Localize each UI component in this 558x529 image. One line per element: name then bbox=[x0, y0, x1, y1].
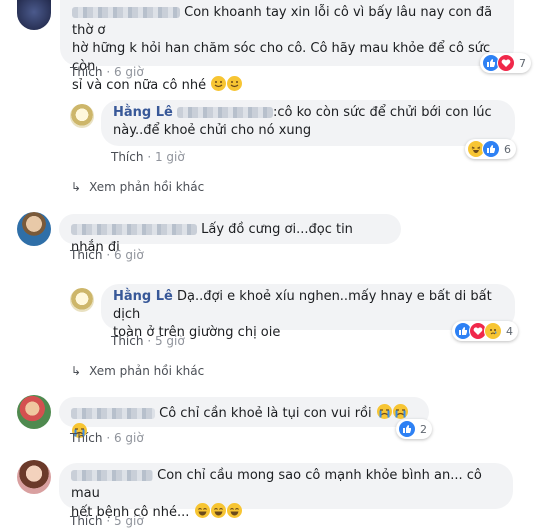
reaction-count: 6 bbox=[504, 142, 511, 156]
cry-emoji bbox=[376, 404, 392, 419]
avatar[interactable] bbox=[17, 460, 51, 494]
grin-emoji bbox=[194, 503, 210, 518]
avatar[interactable] bbox=[17, 212, 51, 246]
avatar[interactable] bbox=[17, 395, 51, 429]
grin-emoji bbox=[210, 503, 226, 518]
comment-bubble: Cô chỉ cần khoẻ là tụi con vui rồi bbox=[59, 397, 429, 438]
cry-emoji bbox=[392, 404, 408, 419]
timestamp[interactable]: 5 giờ bbox=[114, 514, 144, 528]
like-icon bbox=[482, 140, 500, 158]
reply-bubble: Hằng Lê :cô ko còn sức để chửi bới con l… bbox=[101, 100, 515, 146]
like-icon bbox=[398, 420, 416, 438]
reaction-count: 7 bbox=[519, 56, 526, 70]
grin-emoji bbox=[226, 503, 242, 518]
timestamp[interactable]: 5 giờ bbox=[155, 334, 185, 348]
avatar[interactable] bbox=[70, 104, 94, 128]
reaction-summary[interactable]: 6 bbox=[465, 139, 516, 159]
reply-arrow-icon: ↳ bbox=[71, 364, 82, 378]
like-link[interactable]: Thích bbox=[70, 514, 102, 528]
author-name[interactable]: Hằng Lê bbox=[113, 289, 173, 304]
reaction-summary[interactable]: 7 bbox=[480, 53, 531, 73]
comment-actions: Thích · 6 giờ bbox=[70, 65, 144, 79]
timestamp[interactable]: 6 giờ bbox=[114, 248, 144, 262]
reaction-summary[interactable]: 4 bbox=[452, 321, 518, 341]
timestamp[interactable]: 1 giờ bbox=[155, 150, 185, 164]
blurred-name bbox=[71, 408, 155, 419]
comment-bubble: Con khoanh tay xin lỗi cô vì bấy lâu nay… bbox=[60, 0, 514, 93]
comment-actions: Thích · 5 giờ bbox=[70, 514, 144, 528]
blurred-name bbox=[72, 7, 180, 18]
comment-text: này..để khoẻ chửi cho nó xung bbox=[113, 123, 312, 138]
reply-arrow-icon: ↳ bbox=[71, 180, 82, 194]
comment-actions: Thích · 5 giờ bbox=[111, 334, 185, 348]
comment-text: Cô chỉ cần khoẻ là tụi con vui rồi bbox=[159, 406, 372, 421]
comment-actions: Thích · 6 giờ bbox=[70, 248, 144, 262]
like-link[interactable]: Thích bbox=[70, 65, 102, 79]
like-link[interactable]: Thích bbox=[111, 150, 143, 164]
comment-text: sỉ và con nữa cô nhé bbox=[72, 78, 207, 93]
love-icon bbox=[497, 54, 515, 72]
like-link[interactable]: Thích bbox=[70, 431, 102, 445]
comment-bubble: Lấy đồ cưng ơi...đọc tin nhắn đi bbox=[59, 214, 401, 255]
sad-icon bbox=[484, 322, 502, 340]
author-name[interactable]: Hằng Lê bbox=[113, 105, 173, 120]
reaction-summary[interactable]: 2 bbox=[396, 419, 432, 439]
view-more-replies[interactable]: ↳ Xem phản hồi khác bbox=[71, 364, 204, 378]
like-link[interactable]: Thích bbox=[70, 248, 102, 262]
smile-emoji bbox=[211, 76, 227, 91]
avatar[interactable] bbox=[17, 0, 51, 30]
reaction-count: 4 bbox=[506, 324, 513, 338]
comment-bubble: Con chỉ cầu mong sao cô mạnh khỏe bình a… bbox=[59, 463, 513, 520]
blurred-name bbox=[176, 107, 273, 118]
comment-actions: Thích · 6 giờ bbox=[70, 431, 144, 445]
view-more-replies[interactable]: ↳ Xem phản hồi khác bbox=[71, 180, 204, 194]
smile-emoji bbox=[227, 76, 243, 91]
blurred-name bbox=[71, 470, 153, 481]
timestamp[interactable]: 6 giờ bbox=[114, 65, 144, 79]
comment-actions: Thích · 1 giờ bbox=[111, 150, 185, 164]
comment-text: :cô ko còn sức để chửi bới con lúc bbox=[272, 105, 492, 120]
reply-bubble: Hằng Lê Dạ..đợi e khoẻ xíu nghen..mấy hn… bbox=[101, 284, 515, 340]
avatar[interactable] bbox=[70, 288, 94, 312]
reaction-count: 2 bbox=[420, 422, 427, 436]
like-link[interactable]: Thích bbox=[111, 334, 143, 348]
blurred-name bbox=[71, 224, 197, 235]
timestamp[interactable]: 6 giờ bbox=[114, 431, 144, 445]
